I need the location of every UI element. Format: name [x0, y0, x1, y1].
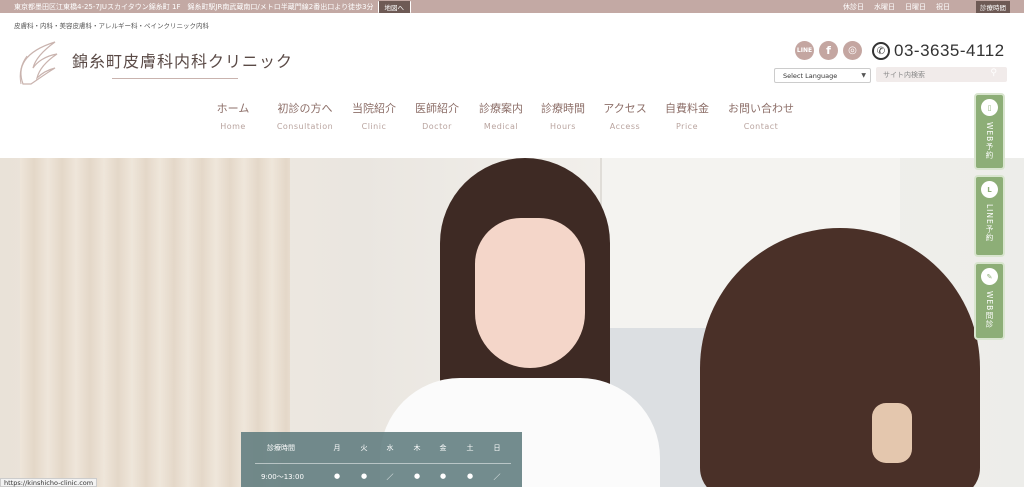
hours-mark: ／	[493, 473, 501, 481]
nav-item-consultation[interactable]: 初診の方へ Consultation	[268, 100, 342, 131]
nav-item-home[interactable]: ホーム Home	[212, 100, 254, 131]
closed-day-wednesday: 水曜日	[874, 2, 895, 11]
nav-item-clinic[interactable]: 当院紹介 Clinic	[349, 100, 399, 131]
nav-item-label-en: Medical	[483, 122, 519, 131]
search-icon[interactable]: ⚲	[990, 68, 997, 78]
day-fri: 金	[439, 444, 447, 452]
closed-day-holiday: 祝日	[936, 2, 950, 11]
hours-button[interactable]: 診療時間	[976, 1, 1010, 13]
phone-icon: ✆	[872, 42, 890, 60]
hero-hair-clip	[872, 403, 912, 463]
hours-time: 9:00〜13:00	[261, 473, 304, 481]
nav-item-label-en: Consultation	[276, 122, 334, 131]
clinic-address: 東京都墨田区江東橋4-25-7JUスカイタウン錦糸町 1F 錦糸町駅JR南武蔵南…	[14, 2, 374, 11]
hours-mark: ●	[413, 472, 421, 480]
hero-patient	[700, 228, 980, 487]
phone-number[interactable]: ✆ 03-3635-4112	[872, 41, 1005, 61]
nav-item-label-jp: お問い合わせ	[728, 102, 794, 115]
hours-mark: ●	[439, 472, 447, 480]
nav-item-label-en: Home	[220, 122, 246, 131]
hours-table: 診療時間 月 火 水 木 金 土 日 9:00〜13:00 ● ● ／ ● ● …	[241, 432, 522, 487]
nav-item-label-en: Hours	[550, 122, 576, 131]
nav-item-label-jp: 当院紹介	[352, 102, 396, 115]
instagram-icon[interactable]: ◎	[843, 41, 862, 60]
nav-item-price[interactable]: 自費料金 Price	[662, 100, 712, 131]
day-thu: 木	[413, 444, 421, 452]
hours-row: 9:00〜13:00 ● ● ／ ● ● ● ／	[241, 472, 522, 486]
address-bar: 東京都墨田区江東橋4-25-7JUスカイタウン錦糸町 1F 錦糸町駅JR南武蔵南…	[0, 0, 1024, 13]
hours-divider	[255, 463, 511, 464]
hours-label: 診療時間	[267, 444, 295, 452]
nav-item-label-jp: 医師紹介	[415, 102, 459, 115]
web-reservation-button[interactable]: ▯ WEB予約	[974, 93, 1005, 170]
language-select-value: Select Language	[783, 71, 838, 80]
logo-underline	[112, 78, 238, 79]
line-reservation-label: LINE予約	[985, 204, 994, 242]
social-links: LINE f ◎	[795, 41, 862, 60]
hours-header-row: 診療時間 月 火 水 木 金 土 日	[241, 443, 522, 457]
clipboard-icon: ✎	[981, 268, 998, 285]
nav-item-label-en: Contact	[743, 122, 779, 131]
wing-logo-icon[interactable]	[15, 38, 59, 86]
nav-item-contact[interactable]: お問い合わせ Contact	[726, 100, 796, 131]
day-sun: 日	[493, 444, 501, 452]
status-url: https://kinshicho-clinic.com	[0, 478, 98, 487]
search-placeholder: サイト内検索	[883, 70, 925, 79]
closed-days: 休診日 水曜日 日曜日 祝日	[843, 2, 950, 12]
nav-item-label-jp: 初診の方へ	[277, 102, 333, 115]
nav-item-label-jp: 診療案内	[479, 102, 523, 115]
nav-item-medical[interactable]: 診療案内 Medical	[476, 100, 526, 131]
line-icon: L	[981, 181, 998, 198]
nav-item-label-jp: 自費料金	[665, 102, 709, 115]
language-select[interactable]: Select Language ▼	[774, 68, 871, 83]
nav-item-label-en: Price	[675, 122, 698, 131]
day-sat: 土	[466, 444, 474, 452]
hours-mark: ／	[386, 473, 394, 481]
facebook-icon[interactable]: f	[819, 41, 838, 60]
clinic-name[interactable]: 錦糸町皮膚科内科クリニック	[72, 48, 293, 72]
day-tue: 火	[360, 444, 368, 452]
smartphone-icon: ▯	[981, 99, 998, 116]
nav-item-label-jp: ホーム	[216, 102, 250, 115]
nav-item-hours[interactable]: 診療時間 Hours	[538, 100, 588, 131]
hero-doctor-face	[475, 218, 585, 368]
chevron-down-icon: ▼	[861, 72, 866, 79]
closed-day-sunday: 日曜日	[905, 2, 926, 11]
web-reservation-label: WEB予約	[985, 122, 994, 160]
hours-mark: ●	[466, 472, 474, 480]
day-wed: 水	[386, 444, 394, 452]
nav-item-label-jp: 診療時間	[541, 102, 585, 115]
page: 東京都墨田区江東橋4-25-7JUスカイタウン錦糸町 1F 錦糸町駅JR南武蔵南…	[0, 0, 1024, 487]
nav-item-doctor[interactable]: 医師紹介 Doctor	[412, 100, 462, 131]
closed-days-label: 休診日	[843, 2, 864, 11]
nav-item-label-en: Access	[609, 122, 641, 131]
nav-item-label-en: Doctor	[422, 122, 452, 131]
departments-line: 皮膚科・内科・美容皮膚科・アレルギー科・ペインクリニック内科	[14, 22, 209, 30]
day-mon: 月	[333, 444, 341, 452]
hours-mark: ●	[360, 472, 368, 480]
web-questionnaire-label: WEB問診	[985, 291, 994, 329]
nav-item-label-en: Clinic	[361, 122, 387, 131]
web-questionnaire-button[interactable]: ✎ WEB問診	[974, 262, 1005, 340]
phone-number-text: 03-3635-4112	[894, 41, 1005, 60]
search-input[interactable]: サイト内検索 ⚲	[876, 67, 1007, 82]
line-icon[interactable]: LINE	[795, 41, 814, 60]
map-button[interactable]: 地図へ	[377, 0, 412, 13]
main-nav: ホーム Home 初診の方へ Consultation 当院紹介 Clinic …	[212, 100, 796, 131]
hours-mark: ●	[333, 472, 341, 480]
line-reservation-button[interactable]: L LINE予約	[974, 175, 1005, 257]
nav-item-access[interactable]: アクセス Access	[600, 100, 650, 131]
nav-item-label-jp: アクセス	[603, 102, 647, 115]
